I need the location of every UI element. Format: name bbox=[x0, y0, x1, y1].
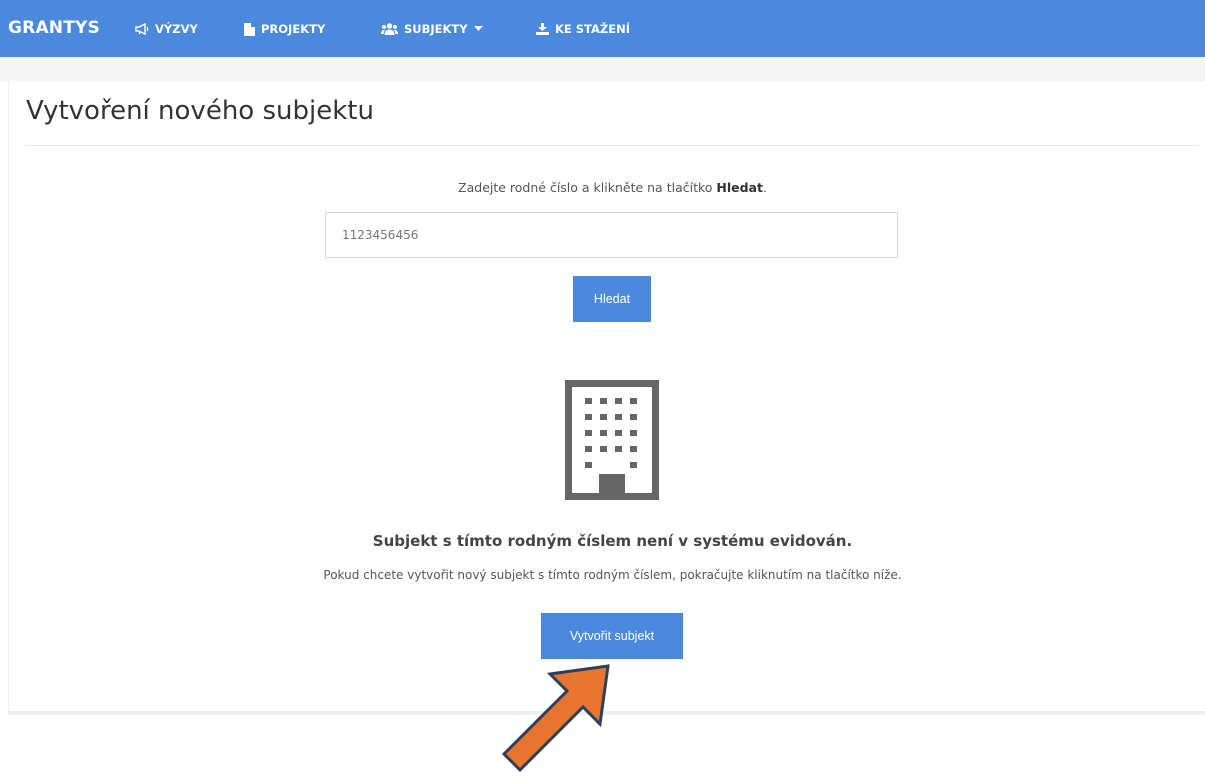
file-icon bbox=[244, 22, 255, 36]
nav-item-projekty[interactable]: PROJEKTY bbox=[244, 21, 325, 37]
birth-number-input[interactable] bbox=[325, 212, 898, 258]
nav-item-ke-stazeni[interactable]: KE STAŽENÍ bbox=[536, 21, 630, 37]
search-button[interactable]: Hledat bbox=[573, 276, 651, 322]
nav-item-vyzvy[interactable]: VÝZVY bbox=[135, 21, 198, 37]
top-navbar: GRANTYS VÝZVY PROJEKTY SUBJEKTY KE STAŽE… bbox=[0, 0, 1205, 57]
page-title: Vytvoření nového subjektu bbox=[26, 96, 374, 126]
not-found-subtitle: Pokud chcete vytvořit nový subjekt s tím… bbox=[323, 568, 902, 582]
page-header-strip bbox=[0, 57, 1205, 81]
nav-item-label: SUBJEKTY bbox=[404, 22, 468, 36]
nav-item-label: KE STAŽENÍ bbox=[555, 22, 631, 36]
download-icon bbox=[536, 23, 549, 35]
instruction-bold: Hledat bbox=[716, 180, 763, 195]
create-subject-button[interactable]: Vytvořit subjekt bbox=[541, 613, 683, 659]
nav-item-label: VÝZVY bbox=[155, 22, 198, 36]
arrow-pointer-icon bbox=[480, 660, 640, 777]
nav-item-subjekty[interactable]: SUBJEKTY bbox=[381, 21, 483, 37]
instruction-text: Zadejte rodné číslo a klikněte na tlačít… bbox=[458, 180, 717, 195]
brand-logo[interactable]: GRANTYS bbox=[8, 18, 100, 38]
chevron-down-icon bbox=[473, 26, 483, 32]
search-instruction: Zadejte rodné číslo a klikněte na tlačít… bbox=[0, 180, 1205, 195]
instruction-suffix: . bbox=[762, 180, 767, 195]
building-icon bbox=[565, 380, 659, 504]
title-divider bbox=[26, 145, 1198, 146]
not-found-title: Subjekt s tímto rodným číslem není v sys… bbox=[372, 532, 853, 550]
users-icon bbox=[381, 23, 398, 35]
nav-item-label: PROJEKTY bbox=[261, 22, 326, 36]
megaphone-icon bbox=[135, 23, 149, 35]
